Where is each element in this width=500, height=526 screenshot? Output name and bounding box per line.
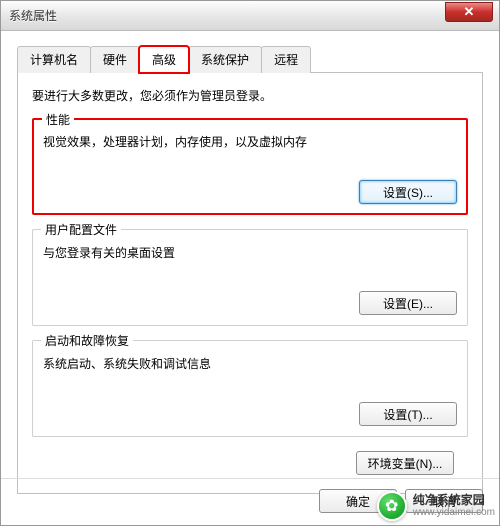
group-performance-button-row: 设置(S)... xyxy=(43,180,457,204)
close-button[interactable]: ✕ xyxy=(445,2,493,22)
group-performance: 性能 视觉效果，处理器计划，内存使用，以及虚拟内存 设置(S)... xyxy=(32,118,468,215)
group-startup-recovery-desc: 系统启动、系统失败和调试信息 xyxy=(43,355,457,372)
group-startup-recovery-button-row: 设置(T)... xyxy=(43,402,457,426)
group-user-profiles-desc: 与您登录有关的桌面设置 xyxy=(43,244,457,261)
titlebar: 系统属性 ✕ xyxy=(1,1,499,31)
admin-notice: 要进行大多数更改，您必须作为管理员登录。 xyxy=(32,87,468,104)
watermark-logo-icon: ✿ xyxy=(377,491,407,521)
watermark-url: www.yidaimei.com xyxy=(413,507,495,518)
content-area: 计算机名 硬件 高级 系统保护 远程 要进行大多数更改，您必须作为管理员登录。 … xyxy=(1,31,499,504)
tab-panel-advanced: 要进行大多数更改，您必须作为管理员登录。 性能 视觉效果，处理器计划，内存使用，… xyxy=(17,73,483,494)
watermark-text: 纯净系统家园 www.yidaimei.com xyxy=(413,494,495,518)
startup-settings-button[interactable]: 设置(T)... xyxy=(359,402,457,426)
performance-settings-button[interactable]: 设置(S)... xyxy=(359,180,457,204)
group-startup-recovery: 启动和故障恢复 系统启动、系统失败和调试信息 设置(T)... xyxy=(32,340,468,437)
env-button-row: 环境变量(N)... xyxy=(32,451,468,475)
group-startup-recovery-title: 启动和故障恢复 xyxy=(41,332,133,349)
tab-strip: 计算机名 硬件 高级 系统保护 远程 xyxy=(17,45,483,73)
close-icon: ✕ xyxy=(464,4,475,20)
environment-variables-button[interactable]: 环境变量(N)... xyxy=(356,451,454,475)
tab-advanced[interactable]: 高级 xyxy=(139,46,189,73)
watermark: ✿ 纯净系统家园 www.yidaimei.com xyxy=(377,491,495,521)
window-title: 系统属性 xyxy=(9,7,57,24)
group-performance-desc: 视觉效果，处理器计划，内存使用，以及虚拟内存 xyxy=(43,133,457,150)
group-performance-title: 性能 xyxy=(42,111,74,128)
watermark-brand: 纯净系统家园 xyxy=(413,494,495,507)
system-properties-window: 系统属性 ✕ 计算机名 硬件 高级 系统保护 远程 要进行大多数更改，您必须作为… xyxy=(0,0,500,526)
profiles-settings-button[interactable]: 设置(E)... xyxy=(359,291,457,315)
tab-hardware[interactable]: 硬件 xyxy=(90,46,140,73)
tab-remote[interactable]: 远程 xyxy=(261,46,311,73)
group-user-profiles-button-row: 设置(E)... xyxy=(43,291,457,315)
tab-computer-name[interactable]: 计算机名 xyxy=(17,46,91,73)
group-user-profiles: 用户配置文件 与您登录有关的桌面设置 设置(E)... xyxy=(32,229,468,326)
group-user-profiles-title: 用户配置文件 xyxy=(41,221,121,238)
tab-system-protection[interactable]: 系统保护 xyxy=(188,46,262,73)
